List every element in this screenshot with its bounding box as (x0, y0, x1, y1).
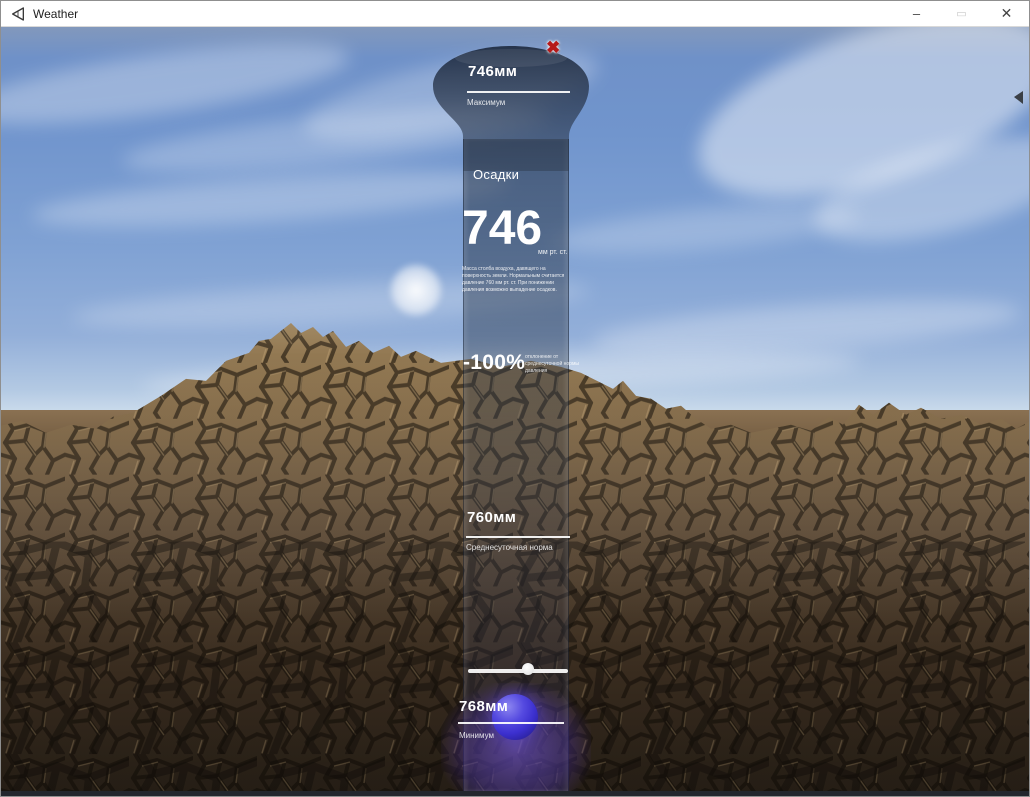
norm-value: 760мм (467, 509, 516, 526)
min-label: Минимум (459, 731, 494, 740)
app-window: Weather – ▭ ✕ (0, 0, 1030, 797)
min-underline (458, 722, 564, 724)
norm-label: Среднесуточная норма (466, 543, 553, 552)
min-value: 768мм (459, 698, 508, 715)
slider-thumb[interactable] (522, 663, 534, 675)
scene-viewport: ✖ 746мм Максимум Осадки 746 мм рт. ст. М… (1, 27, 1029, 797)
maximize-button[interactable]: ▭ (939, 1, 984, 26)
panel-close-icon[interactable]: ✖ (546, 38, 560, 58)
deviation-value: -100% (463, 351, 525, 375)
section-title: Осадки (473, 167, 519, 182)
cursor-artifact (1014, 91, 1023, 104)
max-label: Максимум (467, 98, 505, 107)
window-controls: – ▭ ✕ (894, 1, 1029, 26)
minimize-button[interactable]: – (894, 1, 939, 26)
norm-underline (466, 536, 570, 538)
pressure-description: Масса столба воздуха, давящего на поверх… (462, 266, 575, 294)
close-button[interactable]: ✕ (984, 1, 1029, 26)
cloud (550, 196, 862, 263)
cloud (30, 160, 512, 237)
window-title: Weather (33, 7, 78, 21)
unity-logo-icon (10, 6, 26, 22)
max-underline (467, 91, 570, 93)
titlebar: Weather – ▭ ✕ (1, 1, 1029, 27)
pressure-value: 746 (462, 205, 542, 253)
barometer-bulb (421, 41, 601, 171)
slider-track[interactable] (468, 669, 568, 673)
bottom-strip (1, 791, 1029, 797)
deviation-note: отклонение от среднесуточной нормы давле… (525, 354, 582, 375)
pressure-unit: мм рт. ст. (538, 249, 568, 256)
max-value: 746мм (468, 63, 517, 80)
